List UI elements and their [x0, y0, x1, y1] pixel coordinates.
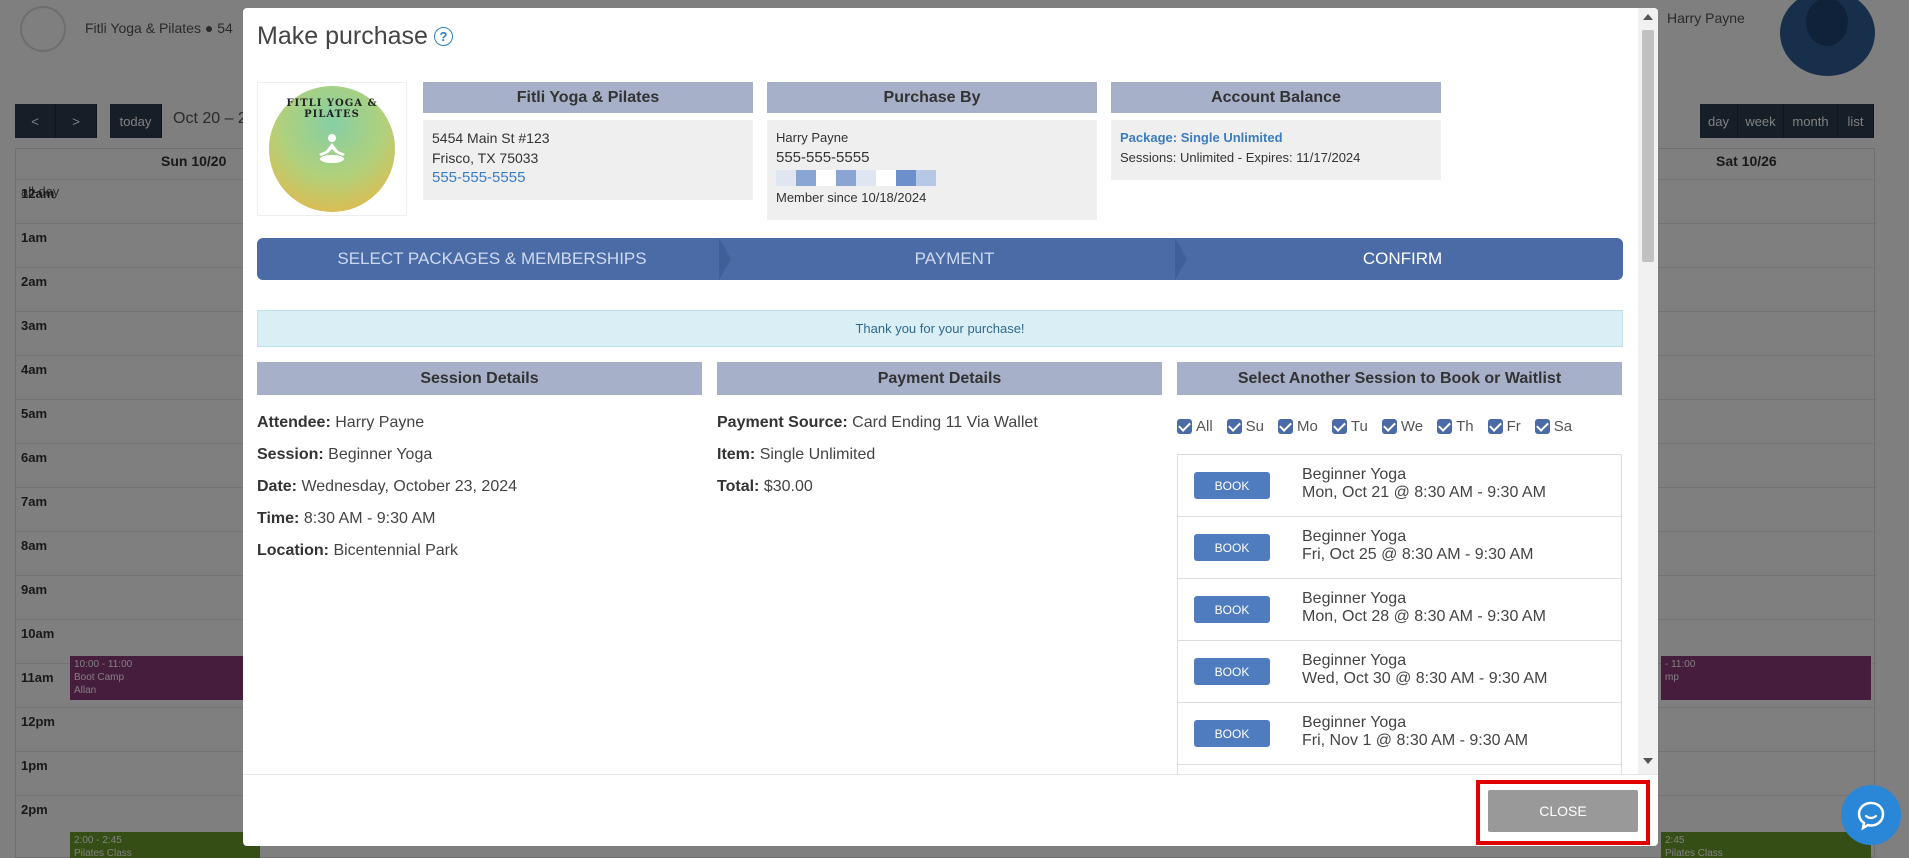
filter-we[interactable]: We: [1381, 418, 1423, 435]
purchase-by-info: Harry Payne 555-555-5555 Member since 10…: [767, 120, 1097, 220]
session-time: Fri, Nov 1 @ 8:30 AM - 9:30 AM: [1302, 732, 1529, 749]
modal-title: Make purchase ?: [257, 22, 453, 51]
modal-title-text: Make purchase: [257, 22, 428, 50]
purchaser-name: Harry Payne: [776, 130, 849, 145]
member-since: Member since 10/18/2024: [776, 190, 927, 205]
session-list[interactable]: BOOK Beginner Yoga Mon, Oct 21 @ 8:30 AM…: [1177, 454, 1622, 774]
session-time: Mon, Oct 21 @ 8:30 AM - 9:30 AM: [1302, 484, 1546, 501]
account-balance-info: Package: Single Unlimited Sessions: Unli…: [1111, 120, 1441, 180]
total-row: Total: $30.00: [717, 478, 813, 495]
payment-source-row: Payment Source: Card Ending 11 Via Walle…: [717, 414, 1038, 431]
scroll-up-icon[interactable]: [1643, 14, 1653, 20]
book-button[interactable]: BOOK: [1194, 720, 1270, 747]
logo-text: FITLI YOGA & PILATES: [286, 98, 378, 120]
studio-phone-link[interactable]: 555-555-5555: [432, 168, 744, 188]
session-name: Beginner Yoga: [1302, 466, 1407, 483]
checkbox-checked-icon[interactable]: [1534, 419, 1550, 434]
make-purchase-modal: Make purchase ? FITLI YOGA & PILATES Fit…: [243, 8, 1658, 846]
list-item: BOOK Beginner Yoga Fri, Oct 25 @ 8:30 AM…: [1178, 517, 1621, 579]
modal-body: Make purchase ? FITLI YOGA & PILATES Fit…: [243, 8, 1658, 774]
list-item: BOOK Beginner Yoga Mon, Oct 28 @ 8:30 AM…: [1178, 579, 1621, 641]
session-time: Wed, Oct 30 @ 8:30 AM - 9:30 AM: [1302, 670, 1548, 687]
modal-footer: [243, 774, 1658, 846]
studio-header: Fitli Yoga & Pilates: [423, 82, 753, 113]
masked-info: [776, 170, 1088, 186]
checkbox-checked-icon[interactable]: [1331, 419, 1347, 434]
book-button[interactable]: BOOK: [1194, 596, 1270, 623]
location-row: Location: Bicentennial Park: [257, 542, 458, 559]
filter-fr[interactable]: Fr: [1487, 418, 1521, 435]
session-row: Session: Beginner Yoga: [257, 446, 433, 463]
studio-logo: FITLI YOGA & PILATES: [269, 86, 395, 212]
filter-tu[interactable]: Tu: [1331, 418, 1368, 435]
list-item: BOOK Beginner Yoga Mon, Oct 21 @ 8:30 AM…: [1178, 455, 1621, 517]
session-time: Fri, Oct 25 @ 8:30 AM - 9:30 AM: [1302, 546, 1534, 563]
session-name: Beginner Yoga: [1302, 590, 1407, 607]
checkbox-checked-icon[interactable]: [1487, 419, 1503, 434]
chat-launcher[interactable]: [1841, 785, 1901, 845]
list-item: BOOK Beginner Yoga Fri, Nov 1 @ 8:30 AM …: [1178, 703, 1621, 765]
modal-scrollbar[interactable]: [1638, 8, 1658, 774]
session-name: Beginner Yoga: [1302, 528, 1407, 545]
meditation-figure-icon: [319, 134, 345, 163]
filter-sa[interactable]: Sa: [1534, 418, 1572, 435]
sessions-expiry: Sessions: Unlimited - Expires: 11/17/202…: [1120, 150, 1361, 165]
filter-su[interactable]: Su: [1226, 418, 1264, 435]
scroll-thumb[interactable]: [1642, 30, 1654, 262]
filter-all[interactable]: All: [1177, 418, 1213, 435]
time-row: Time: 8:30 AM - 9:30 AM: [257, 510, 436, 527]
chat-bubble-icon: [1857, 801, 1885, 830]
filter-mo[interactable]: Mo: [1278, 418, 1318, 435]
step-confirm: CONFIRM: [1362, 249, 1443, 268]
close-button[interactable]: CLOSE: [1488, 790, 1638, 832]
help-icon[interactable]: ?: [433, 27, 453, 46]
book-button[interactable]: BOOK: [1194, 658, 1270, 685]
account-balance-header: Account Balance: [1111, 82, 1441, 113]
payment-details-header: Payment Details: [717, 362, 1162, 395]
session-time: Mon, Oct 28 @ 8:30 AM - 9:30 AM: [1302, 608, 1546, 625]
purchase-by-header: Purchase By: [767, 82, 1097, 113]
another-session-header: Select Another Session to Book or Waitli…: [1177, 362, 1622, 395]
success-alert: Thank you for your purchase!: [257, 310, 1623, 347]
studio-address-line2: Frisco, TX 75033: [432, 150, 539, 166]
scroll-down-icon[interactable]: [1643, 758, 1653, 764]
book-button[interactable]: BOOK: [1194, 534, 1270, 561]
session-name: Beginner Yoga: [1302, 652, 1407, 669]
studio-logo-box: FITLI YOGA & PILATES: [257, 82, 407, 216]
checkbox-checked-icon[interactable]: [1177, 419, 1192, 434]
step-payment: PAYMENT: [914, 249, 995, 268]
session-details-header: Session Details: [257, 362, 702, 395]
checkbox-checked-icon[interactable]: [1381, 419, 1397, 434]
package-link[interactable]: Package: Single Unlimited: [1120, 128, 1432, 148]
studio-info: 5454 Main St #123 Frisco, TX 75033 555-5…: [423, 120, 753, 200]
purchaser-phone: 555-555-5555: [776, 149, 870, 166]
list-item: BOOK Beginner Yoga Wed, Oct 30 @ 8:30 AM…: [1178, 641, 1621, 703]
checkbox-checked-icon[interactable]: [1437, 419, 1453, 434]
purchase-steps: SELECT PACKAGES & MEMBERSHIPS PAYMENT CO…: [257, 238, 1623, 280]
checkbox-checked-icon[interactable]: [1278, 419, 1294, 434]
day-filters: All Su Mo Tu We Th Fr Sa: [1177, 418, 1572, 435]
studio-address-line1: 5454 Main St #123: [432, 130, 550, 146]
book-button[interactable]: BOOK: [1194, 472, 1270, 499]
date-row: Date: Wednesday, October 23, 2024: [257, 478, 518, 495]
item-row: Item: Single Unlimited: [717, 446, 876, 463]
filter-th[interactable]: Th: [1437, 418, 1474, 435]
checkbox-checked-icon[interactable]: [1226, 419, 1242, 434]
attendee-row: Attendee: Harry Payne: [257, 414, 425, 431]
session-name: Beginner Yoga: [1302, 714, 1407, 731]
step-select-packages: SELECT PACKAGES & MEMBERSHIPS: [337, 249, 647, 268]
